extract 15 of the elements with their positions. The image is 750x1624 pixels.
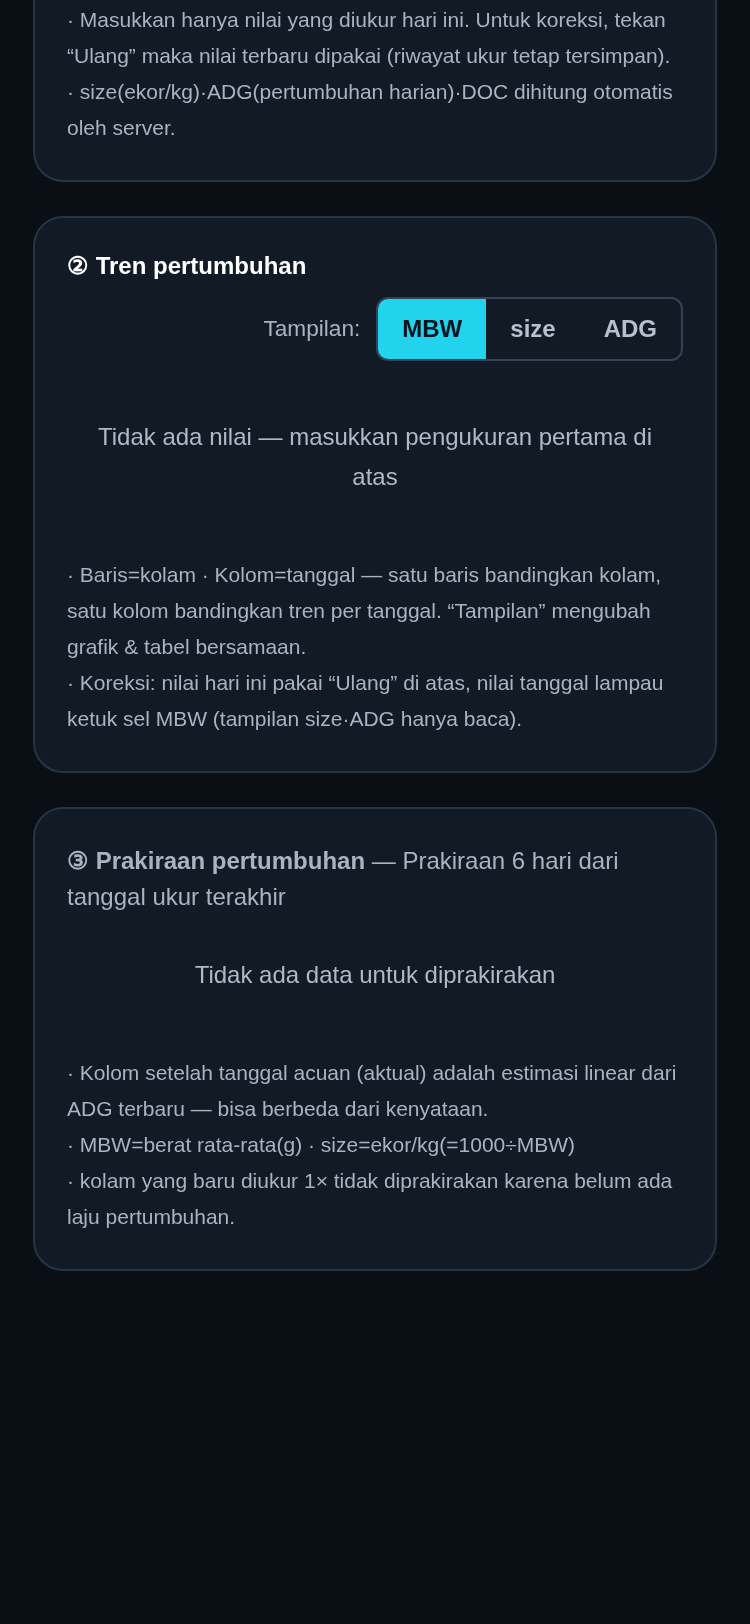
note-text: · Baris=kolam · Kolom=tanggal — satu baris bandingkan kolam, satu kolom bandingkan tren per tanggal. “Tampilan” mengubah grafik & tabel bersamaan. bbox=[67, 561, 663, 660]
empty-message: Tidak ada data untuk diprakirakan bbox=[193, 959, 557, 990]
note-text: · Kolom setelah tanggal acuan (aktual) adalah estimasi linear dari ADG terbaru — bisa berbeda dari kenyataan. bbox=[67, 1059, 678, 1122]
view-tab[interactable]: MBW bbox=[378, 298, 487, 359]
view-tab[interactable]: ADG bbox=[579, 298, 681, 359]
section-title: ③ Prakiraan pertumbuhan — Prakiraan 6 hari dari tanggal ukur terakhir bbox=[67, 845, 620, 912]
note-text: · MBW=berat rata-rata(g) · size=ekor/kg(=1000÷MBW) bbox=[67, 1131, 577, 1158]
empty-message: Tidak ada nilai — masukkan pengukuran pertama di atas bbox=[97, 421, 653, 492]
note-text: · Koreksi: nilai hari ini pakai “Ulang” di atas, nilai tanggal lampau ketuk sel MBW (tampilan size·ADG hanya baca). bbox=[67, 669, 665, 732]
view-tab[interactable]: size bbox=[486, 298, 580, 359]
note-text: · Masukkan hanya nilai yang diukur hari ini. Untuk koreksi, tekan “Ulang” maka nilai terbaru dipakai (riwayat ukur tetap tersimpan). bbox=[67, 7, 672, 69]
section-title: ② Tren pertumbuhan bbox=[67, 252, 308, 281]
note-text: · size(ekor/kg)·ADG(pertumbuhan harian)·DOC dihitung otomatis oleh server. bbox=[67, 79, 674, 141]
note-text: · kolam yang baru diukur 1× tidak diprakirakan karena belum ada laju pertumbuhan. bbox=[67, 1167, 674, 1230]
view-label: Tampilan: bbox=[263, 313, 361, 343]
